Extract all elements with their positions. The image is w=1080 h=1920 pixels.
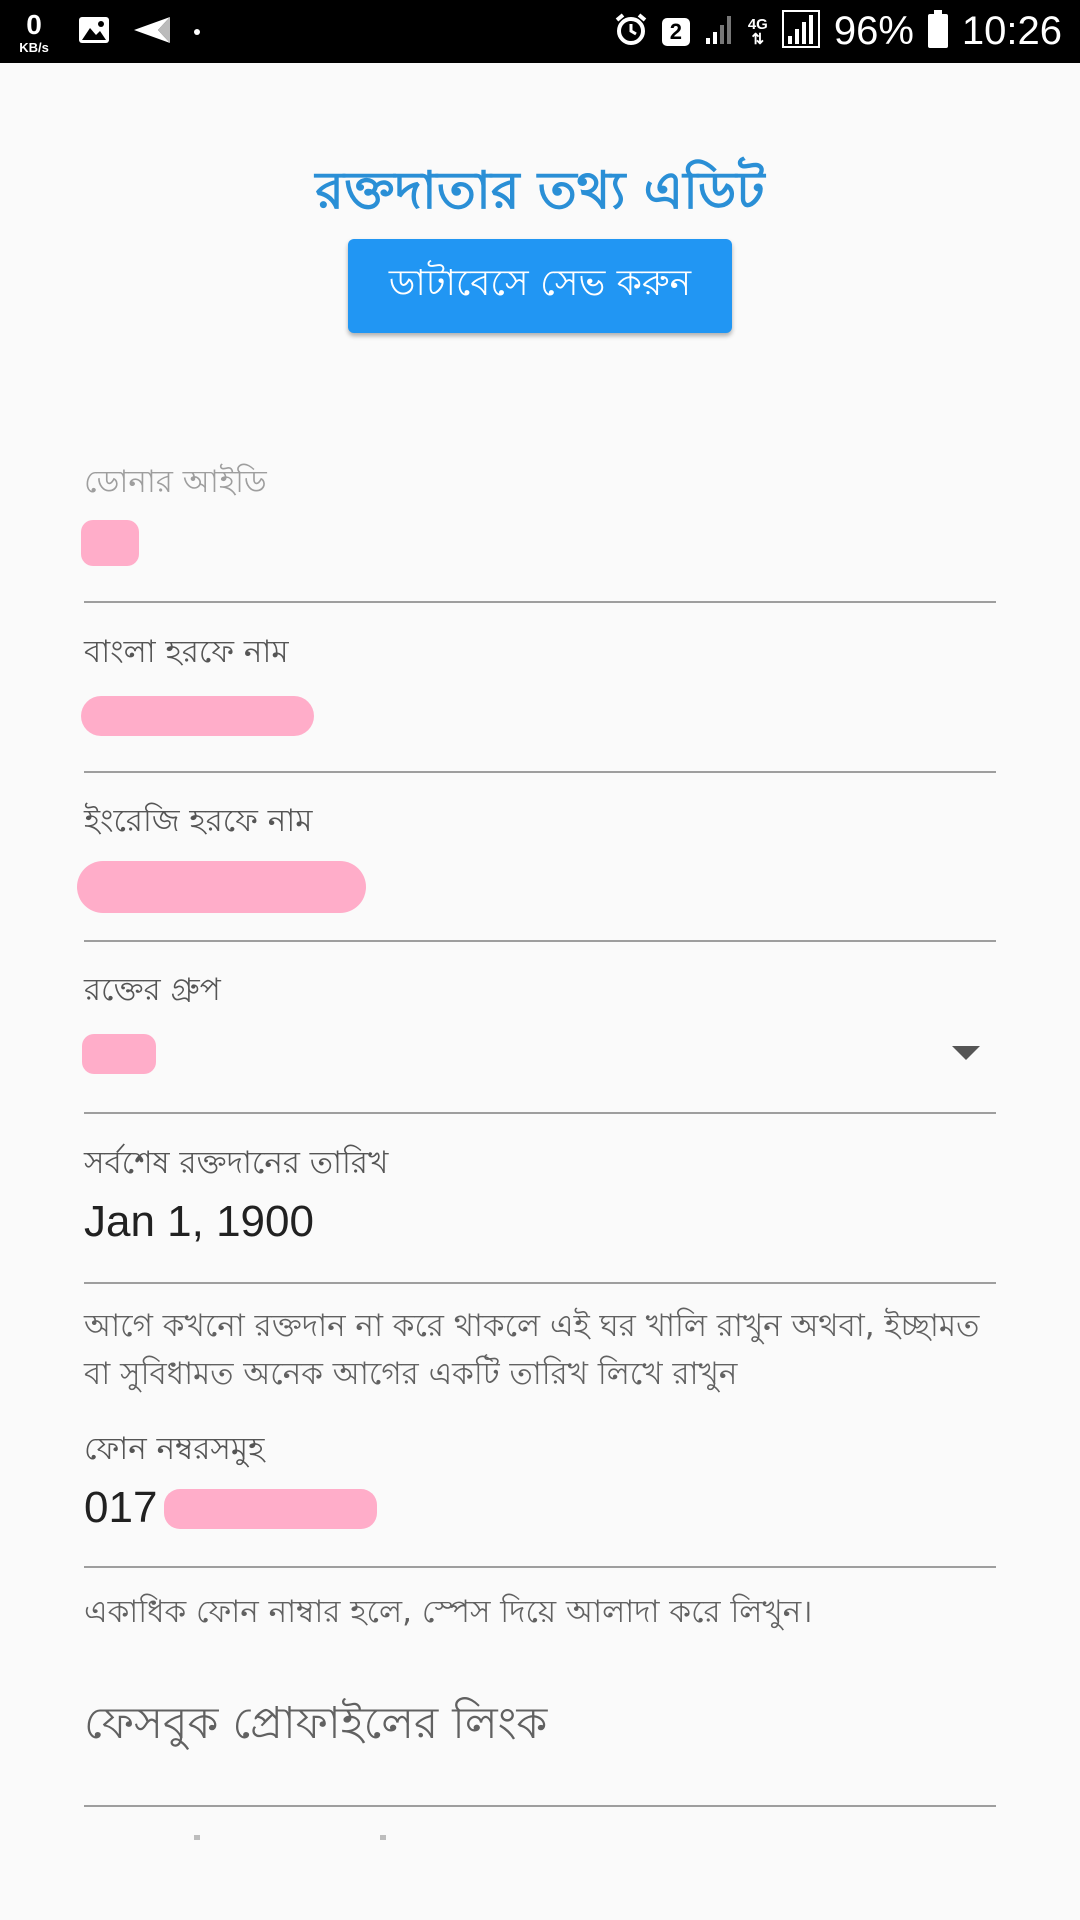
redacted-name-english [77,861,366,913]
next-field-partial [84,1826,996,1840]
donor-id-underline [84,601,996,603]
name-english-label: ইংরেজি হরফে নাম [84,803,313,839]
facebook-link-field[interactable]: ফেসবুক প্রোফাইলের লিংক [84,1690,547,1763]
redacted-name-bangla [81,696,314,736]
last-donation-helper: আগে কখনো রক্তদান না করে থাকলে এই ঘর খালি… [84,1308,980,1392]
phones-underline [84,1566,996,1568]
image-icon [78,16,110,49]
donor-id-field[interactable]: ডোনার আইডি [84,458,996,510]
last-donation-underline [84,1282,996,1284]
name-bangla-underline [84,771,996,773]
blood-group-field[interactable]: রক্তের গ্রুপ [84,966,996,1018]
send-icon [132,15,172,50]
network-speed-unit: KB/s [19,39,49,55]
network-type: 4G ⇅ [748,17,768,47]
signal-icon [704,12,734,51]
phones-value[interactable]: 017 [84,1483,157,1533]
blood-group-underline [84,1112,996,1114]
name-english-field[interactable]: ইংরেজি হরফে নাম [84,797,996,849]
redacted-donor-id [81,520,139,566]
name-bangla-label: বাংলা হরফে নাম [84,634,289,670]
last-donation-field[interactable]: সর্বশেষ রক্তদানের তারিখ [84,1139,996,1191]
network-type-label: 4G [747,15,768,33]
last-donation-value[interactable]: Jan 1, 1900 [84,1197,314,1247]
phones-helper: একাধিক ফোন নাম্বার হলে, স্পেস দিয়ে আলাদ… [84,1594,813,1630]
save-to-database-button[interactable]: ডাটাবেসে সেভ করুন [348,239,732,333]
alarm-icon [614,12,648,51]
clock: 10:26 [961,9,1062,53]
last-donation-label: সর্বশেষ রক্তদানের তারিখ [84,1145,389,1181]
sim-badge: 2 [661,17,690,46]
phones-field[interactable]: ফোন নম্বরসমুহ [84,1425,996,1477]
name-english-underline [84,940,996,942]
page-title: রক্তদাতার তথ্য এডিট [315,161,765,221]
facebook-underline [84,1805,996,1807]
donor-id-label: ডোনার আইডি [84,464,267,500]
blood-group-label: রক্তের গ্রুপ [84,972,221,1008]
name-bangla-field[interactable]: বাংলা হরফে নাম [84,628,996,680]
redacted-phone [164,1489,377,1529]
redacted-blood-group [82,1034,156,1074]
battery-percent: 96% [833,9,914,53]
notification-dot-icon [194,29,200,35]
status-bar: 0 KB/s 2 4G ⇅ 96% 10:26 [0,0,1080,63]
network-speed-value: 0 [26,8,42,40]
dropdown-arrow-icon[interactable] [952,1046,980,1060]
battery-icon [927,10,948,53]
phones-label: ফোন নম্বরসমুহ [84,1431,265,1467]
signal-strength-icon [781,10,820,53]
data-arrows-icon: ⇅ [751,30,765,48]
network-speed: 0 KB/s [12,8,56,55]
